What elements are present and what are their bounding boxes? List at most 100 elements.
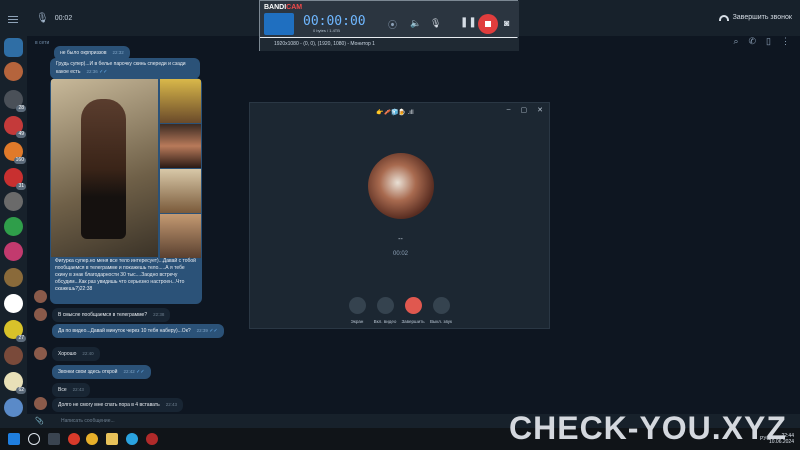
contact-status: в сети — [35, 40, 50, 46]
message-text: Грудь супер)...И в белье парочку скинь с… — [56, 61, 186, 75]
photo[interactable] — [51, 79, 158, 257]
screen-share-button[interactable] — [349, 297, 366, 314]
message-input[interactable] — [61, 416, 361, 426]
search-icon[interactable] — [28, 433, 40, 445]
photo[interactable] — [160, 214, 201, 258]
message-text: Фигурка супер.но меня все тело интересуе… — [55, 258, 197, 293]
bandicam-recorder[interactable]: BANDICAM 00:00:00 0 bytes / 1.4TB ⦿ 🔈 🎙 … — [259, 0, 519, 51]
call-window: 👉🥓🧊🍺 .ıll – ▢ ✕ -- 00:02 Экран Вкл. виде… — [249, 102, 550, 329]
message-text: Все — [58, 387, 67, 393]
message-bubble[interactable]: Звонки свои здесь открой 22:42 ✓✓ — [52, 365, 151, 379]
window-controls: – ▢ ✕ — [507, 106, 543, 114]
telegram-icon[interactable] — [126, 433, 138, 445]
mute-button[interactable] — [433, 297, 450, 314]
contact-avatar[interactable] — [34, 397, 47, 410]
end-call-button[interactable]: Завершить звонок — [718, 14, 792, 21]
search-icon[interactable]: ⌕ — [733, 36, 738, 47]
bandicam-logo: BANDICAM — [264, 4, 302, 11]
message-text: Долго не смогу мне спать пора в 4 встава… — [58, 402, 160, 408]
message-time: 22:32 — [112, 50, 124, 55]
chat-avatar[interactable]: 28 — [4, 90, 26, 112]
start-icon[interactable] — [8, 433, 20, 445]
folder-all-chats[interactable] — [4, 38, 23, 57]
photo[interactable] — [160, 124, 201, 168]
message-bubble[interactable]: В смысле пообщаемся в телеграмме? 22:38 — [52, 308, 171, 322]
mic-icon[interactable]: 🎙 — [430, 18, 441, 29]
minimize-icon[interactable]: – — [507, 106, 511, 114]
phone-hangup-icon — [718, 14, 729, 21]
chat-avatar[interactable] — [4, 268, 23, 287]
message-bubble[interactable]: Долго не смогу мне спать пора в 4 встава… — [52, 398, 184, 412]
record-stop-button[interactable] — [478, 14, 498, 34]
unread-badge: 62 — [16, 387, 26, 394]
contact-avatar[interactable] — [34, 308, 47, 321]
header-actions: ⌕ ✆ ▯ ⋮ — [733, 36, 790, 47]
close-icon[interactable]: ✕ — [537, 106, 543, 114]
webcam-icon[interactable]: ⦿ — [388, 18, 397, 31]
message-text: В смысле пообщаемся в телеграмме? — [58, 312, 148, 318]
logo-text-accent: CAM — [286, 4, 303, 11]
chat-avatar[interactable] — [4, 192, 23, 211]
sidebar-toggle-icon[interactable]: ▯ — [766, 36, 771, 47]
caller-avatar — [368, 153, 434, 219]
call-timer: 00:02 — [54, 14, 73, 22]
chat-avatar[interactable]: 27 — [4, 320, 26, 342]
microphone-icon[interactable]: 🎙 — [36, 13, 49, 24]
chat-avatar[interactable]: 31 — [4, 168, 26, 190]
message-bubble[interactable]: Все 22:43 — [52, 383, 90, 397]
message-bubble[interactable]: Да по видео...Давай минуток через 10 теб… — [52, 324, 224, 338]
record-region: 1920x1080 - (0, 0), (1920, 1080) - Монит… — [260, 38, 519, 51]
contact-avatar[interactable] — [34, 290, 47, 303]
message-text: Хорошо — [58, 351, 77, 357]
contact-avatar[interactable] — [34, 347, 47, 360]
phone-icon[interactable]: ✆ — [749, 36, 757, 47]
speaker-icon[interactable]: 🔈 — [410, 18, 421, 29]
chat-list-rail: 28 49 160 31 27 62 — [0, 0, 27, 428]
logo-text: BANDI — [264, 4, 287, 11]
screen: 🎙 00:02 Завершить звонок 28 49 160 31 27… — [0, 0, 800, 450]
message-time: 22:39 — [196, 328, 208, 333]
message-time: 22:38 — [153, 312, 165, 317]
message-bubble[interactable]: Хорошо 22:40 — [52, 347, 100, 361]
message-bubble[interactable]: Грудь супер)...И в белье парочку скинь с… — [50, 58, 200, 79]
bandicam-taskbar-icon[interactable] — [146, 433, 158, 445]
attach-icon[interactable]: 📎 — [35, 417, 44, 425]
message-text: Да по видео...Давай минуток через 10 теб… — [58, 328, 191, 334]
message-time: 22:42 — [123, 369, 135, 374]
task-view-icon[interactable] — [48, 433, 60, 445]
watermark: CHECK-YOU.XYZ — [509, 410, 787, 446]
caption-text: Фигурка супер.но меня все тело интересуе… — [55, 258, 196, 292]
end-call-label: Завершить звонок — [732, 14, 792, 21]
photo[interactable] — [160, 79, 201, 123]
opera-icon[interactable] — [68, 433, 80, 445]
call-duration: 00:02 — [392, 251, 408, 257]
mute-label: Выкл. звук — [430, 319, 452, 324]
message-time: 22:43 — [72, 387, 84, 392]
chrome-icon[interactable] — [86, 433, 98, 445]
message-time: 22:38 — [79, 286, 93, 292]
chat-avatar[interactable] — [4, 346, 23, 365]
read-check-icon: ✓✓ — [136, 369, 145, 375]
chat-avatar[interactable] — [4, 62, 23, 81]
chat-avatar[interactable]: 49 — [4, 116, 26, 138]
video-toggle-button[interactable] — [377, 297, 394, 314]
pause-icon[interactable]: ❚❚ — [460, 17, 477, 28]
file-explorer-icon[interactable] — [106, 433, 118, 445]
chat-avatar[interactable] — [4, 398, 23, 417]
chat-avatar[interactable] — [4, 242, 23, 261]
camera-icon[interactable]: ◙ — [504, 18, 509, 28]
photo[interactable] — [160, 169, 201, 213]
chat-avatar[interactable] — [4, 217, 23, 236]
screen-mode-button[interactable] — [264, 13, 294, 35]
chat-avatar[interactable] — [4, 294, 23, 313]
maximize-icon[interactable]: ▢ — [521, 106, 528, 114]
menu-icon[interactable] — [8, 16, 18, 25]
more-icon[interactable]: ⋮ — [781, 36, 790, 47]
hangup-button[interactable] — [405, 297, 422, 314]
photo-album-message[interactable]: Фигурка супер.но меня все тело интересуе… — [50, 78, 202, 304]
chat-avatar[interactable]: 62 — [4, 372, 26, 394]
message-text: Звонки свои здесь открой — [58, 369, 118, 375]
chat-avatar[interactable]: 160 — [4, 142, 26, 164]
message-time: 22:36 — [86, 69, 98, 74]
message-time: 22:43 — [165, 402, 178, 407]
